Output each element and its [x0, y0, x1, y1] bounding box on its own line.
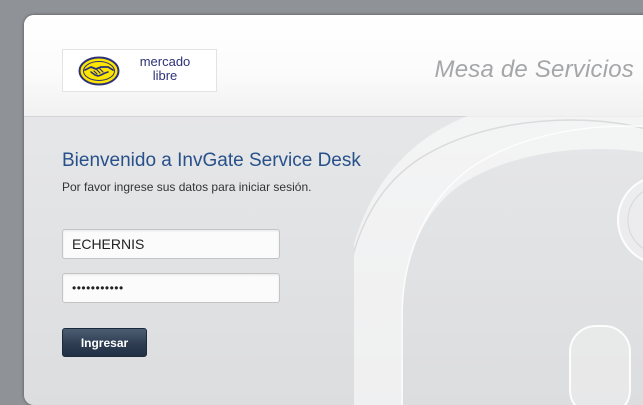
- username-input[interactable]: [62, 229, 280, 259]
- password-input[interactable]: [62, 273, 280, 303]
- logo-wordmark: mercado libre: [125, 55, 205, 83]
- login-button[interactable]: Ingresar: [62, 328, 147, 357]
- login-instructions: Por favor ingrese sus datos para iniciar…: [62, 180, 312, 194]
- invgate-watermark-icon: [354, 116, 643, 405]
- logo-text-line1: mercado: [139, 54, 191, 69]
- handshake-icon: [78, 56, 120, 86]
- welcome-heading: Bienvenido a InvGate Service Desk: [62, 150, 361, 171]
- app-title: Mesa de Servicios: [434, 56, 634, 83]
- header-bar: mercado libre Mesa de Servicios: [24, 15, 643, 117]
- logo-text-line2: libre: [152, 68, 178, 83]
- login-panel: mercado libre Mesa de Servicios Bienveni…: [24, 15, 643, 405]
- mercadolibre-logo: mercado libre: [62, 49, 217, 92]
